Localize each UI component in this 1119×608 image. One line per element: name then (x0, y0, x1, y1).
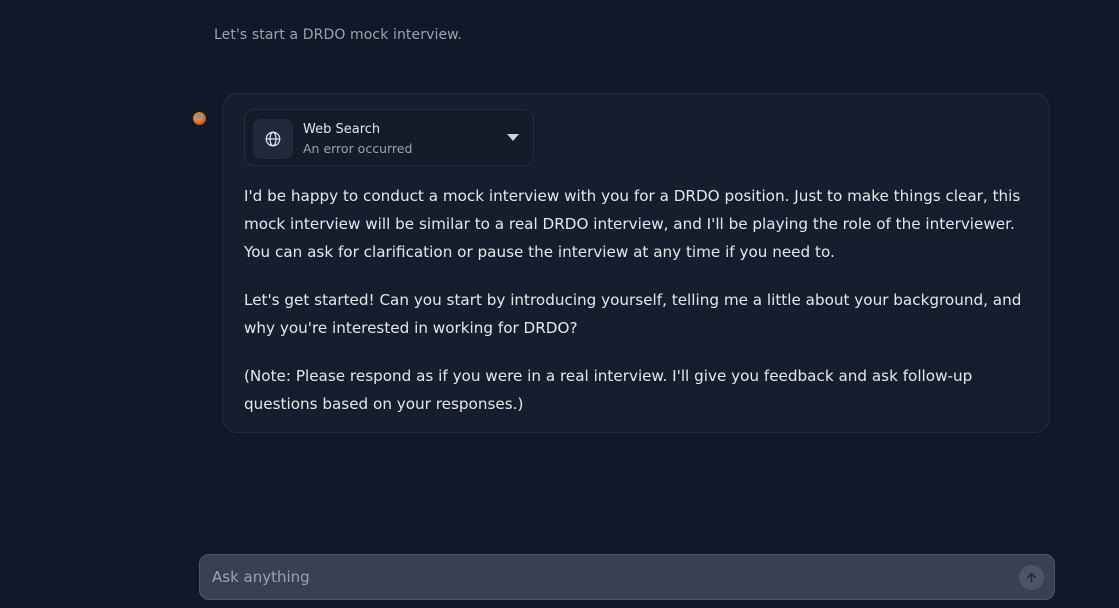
assistant-response: I'd be happy to conduct a mock interview… (244, 182, 1039, 418)
chat-input[interactable] (212, 555, 1002, 599)
tool-status: An error occurred (303, 141, 413, 156)
send-button[interactable] (1019, 565, 1044, 590)
response-paragraph: I'd be happy to conduct a mock interview… (244, 187, 1021, 261)
chevron-down-icon[interactable] (507, 134, 519, 141)
response-paragraph: (Note: Please respond as if you were in … (244, 367, 973, 413)
user-message: Let's start a DRDO mock interview. (214, 27, 462, 43)
assistant-avatar (193, 112, 206, 125)
message-composer (199, 554, 1055, 600)
assistant-message-card: Web Search An error occurred I'd be happ… (222, 93, 1050, 433)
globe-icon (253, 119, 293, 159)
tool-title: Web Search (303, 122, 381, 137)
web-search-tool-panel[interactable]: Web Search An error occurred (244, 109, 534, 166)
chat-page: Let's start a DRDO mock interview. Web S… (0, 0, 1119, 608)
arrow-up-icon (1027, 573, 1036, 583)
response-paragraph: Let's get started! Can you start by intr… (244, 291, 1022, 337)
